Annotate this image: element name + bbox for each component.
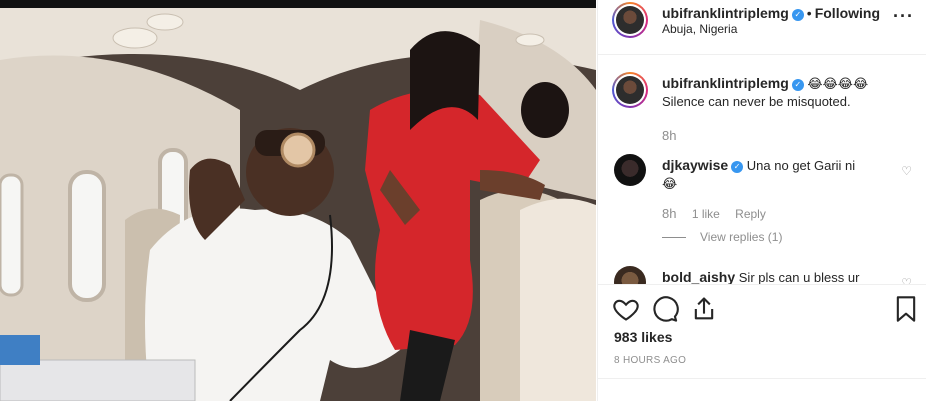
caption-text: Silence can never be misquoted. [662,94,851,109]
post-sidebar: ubifranklintriplemg ✓ • Following Abuja, Ni… [597,0,926,401]
comment-text: Sir pls can u bless ur [738,270,860,284]
replies-line [662,237,686,239]
share-icon[interactable] [690,295,718,323]
post-header: ubifranklintriplemg ✓ • Following Abuja, Ni… [598,0,926,55]
commenter-avatar[interactable] [614,154,646,186]
caption-meta: 8h [662,128,688,143]
more-options-icon[interactable]: ··· [893,6,914,27]
caption-username[interactable]: ubifranklintriplemg [662,75,789,91]
list-item: djkaywise ✓ Una no get Garii ni 😂 ♡ 8h 1 … [612,154,912,254]
separator-dot: • [806,5,812,21]
commenter-avatar[interactable] [614,266,646,284]
author-line: ubifranklintriplemg ✓ • Following [662,5,880,21]
comment-meta: 8h 1 like Reply [662,206,778,221]
comment-text: Una no get Garii ni [746,158,856,173]
likes-count[interactable]: 983 likes [614,329,672,345]
caption-time: 8h [662,128,677,143]
view-replies-label: View replies (1) [700,230,783,244]
add-comment-area[interactable] [598,378,926,401]
verified-badge-icon: ✓ [731,161,744,173]
caption-emoji: 😂😂😂😂 [807,76,869,91]
comment-time: 8h [662,206,677,221]
jet-cabin-photo [0,0,596,401]
comment-username[interactable]: bold_aishy [662,269,735,284]
caption-body: ubifranklintriplemg ✓ 😂😂😂😂 Silence can ne… [662,74,902,111]
reply-button[interactable]: Reply [735,207,766,221]
author-avatar[interactable] [612,2,648,38]
comment-body: djkaywise ✓ Una no get Garii ni 😂 [662,156,902,193]
view-replies-button[interactable]: View replies (1) [662,230,782,244]
comment-icon[interactable] [651,295,679,323]
comment-like-heart-icon[interactable]: ♡ [901,164,912,178]
verified-badge-icon: ✓ [791,9,804,21]
comment-emoji: 😂 [662,176,678,191]
comment-like-heart-icon[interactable]: ♡ [901,276,912,284]
post-photo[interactable] [0,0,596,401]
post-location[interactable]: Abuja, Nigeria [662,22,737,36]
author-username[interactable]: ubifranklintriplemg [662,5,789,21]
comment-likes-link[interactable]: 1 like [692,207,720,221]
caption-avatar[interactable] [612,72,648,108]
heart-icon[interactable] [612,295,640,323]
comment-username[interactable]: djkaywise [662,157,728,173]
bookmark-icon[interactable] [892,295,920,323]
comment-body: bold_aishy Sir pls can u bless ur [662,268,902,284]
post-timestamp[interactable]: 8 HOURS AGO [614,355,686,366]
comments-list[interactable]: ubifranklintriplemg ✓ 😂😂😂😂 Silence can ne… [598,56,926,284]
following-button[interactable]: Following [815,5,880,21]
post-actions: 983 likes 8 HOURS AGO [598,284,926,401]
verified-badge-icon: ✓ [791,79,804,91]
